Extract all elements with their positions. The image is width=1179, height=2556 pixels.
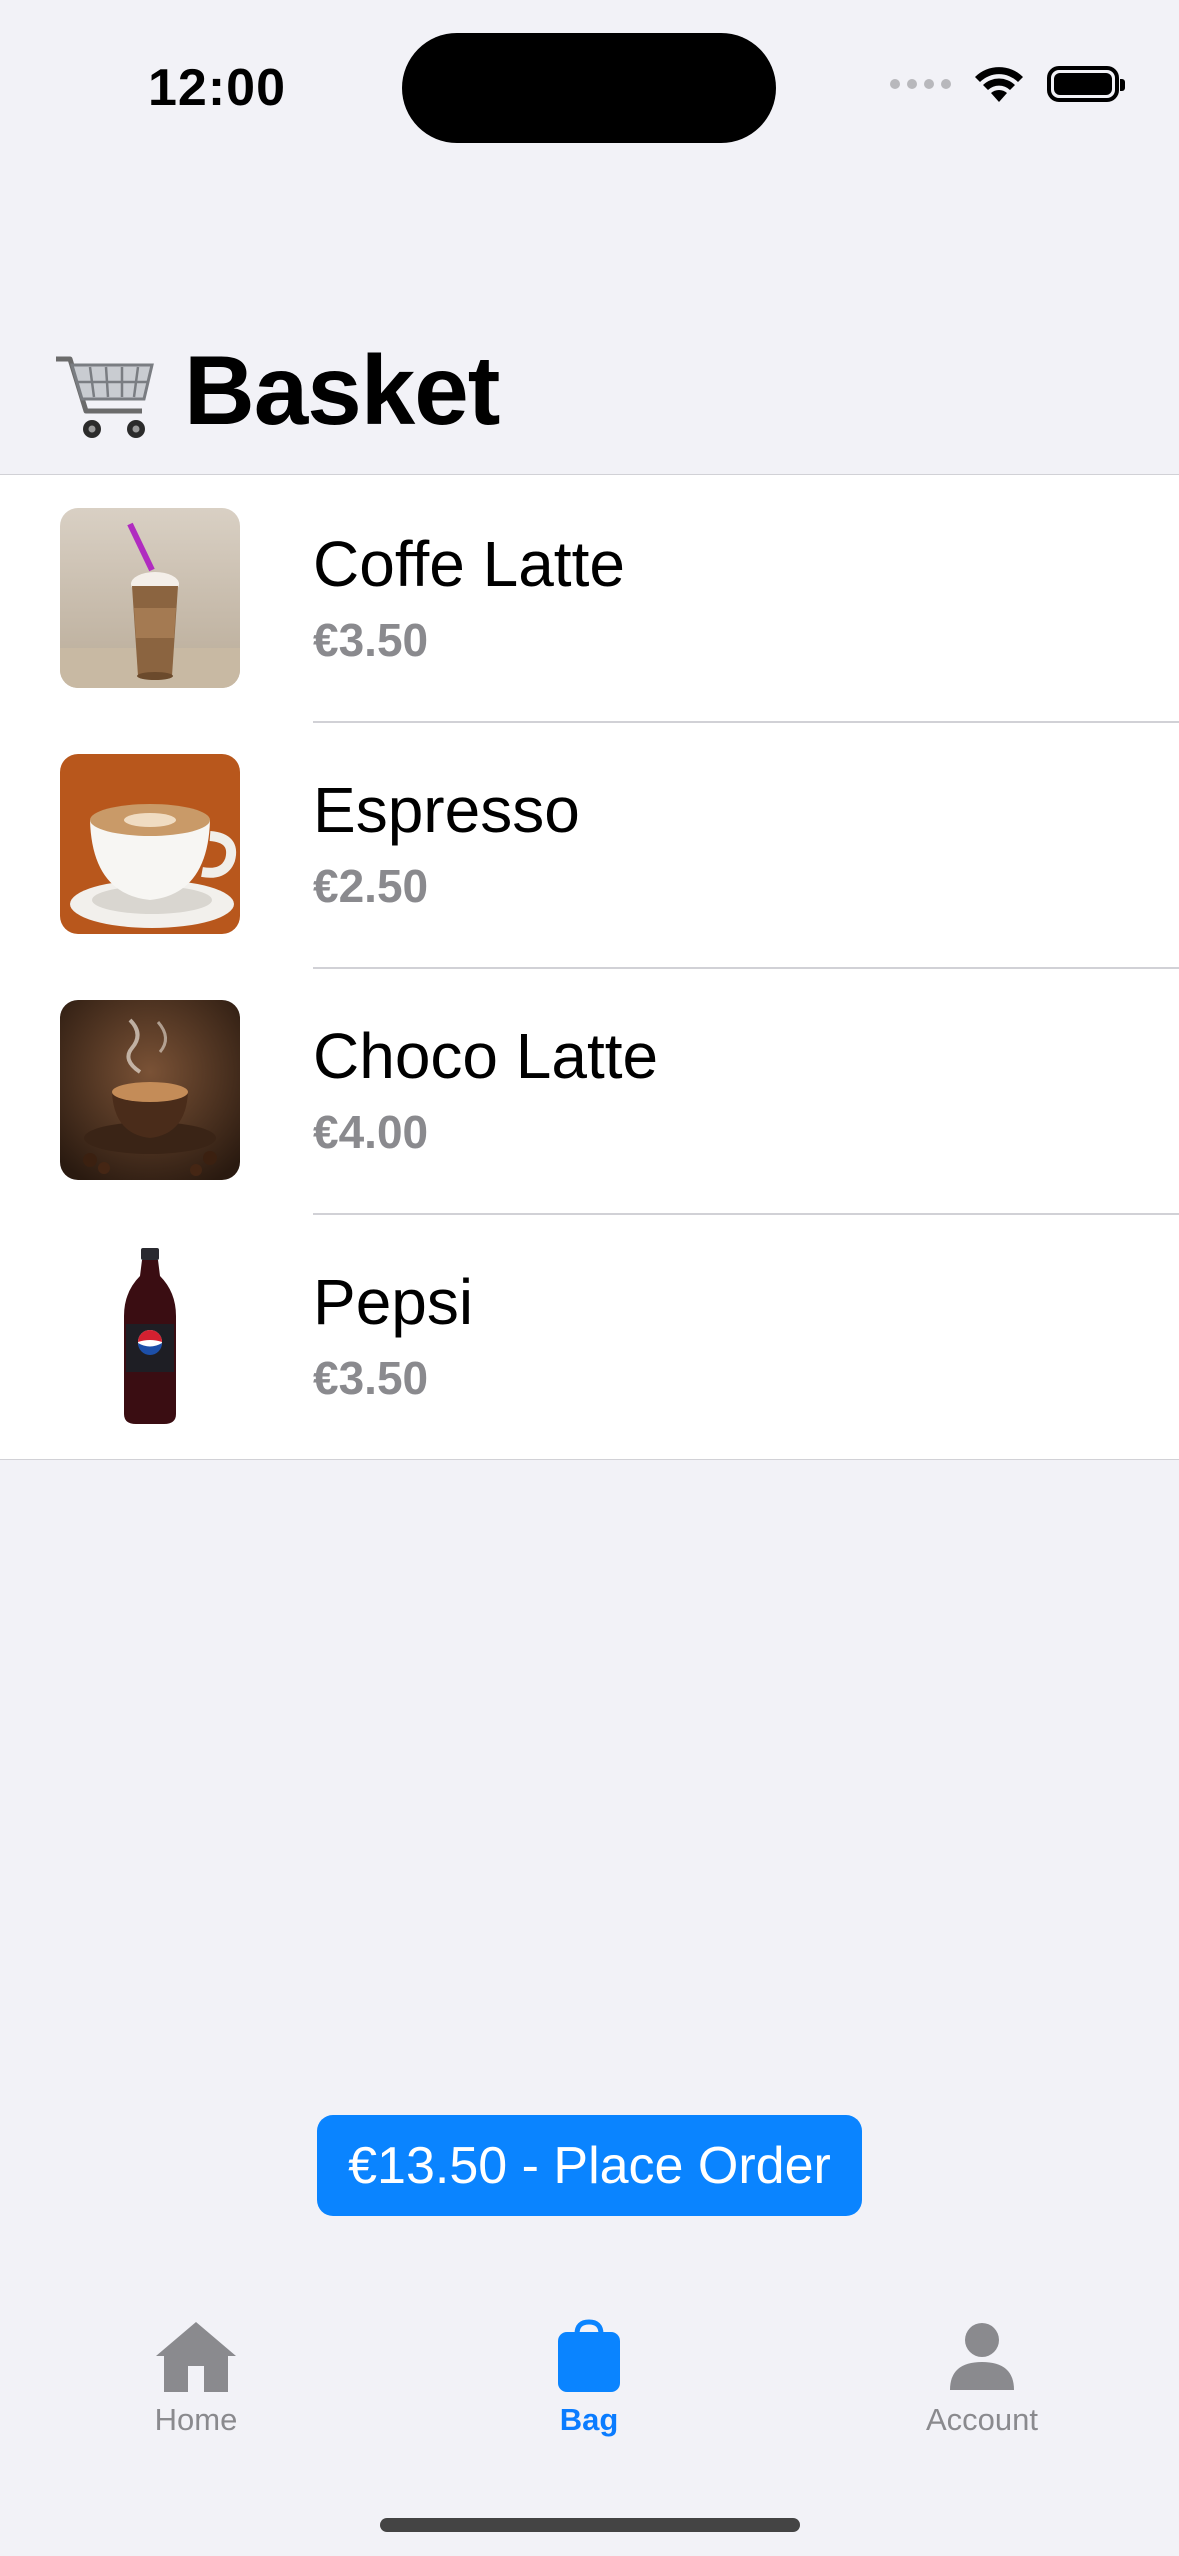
page-title: Basket [184,335,500,445]
tab-home[interactable]: Home [86,2318,306,2438]
place-order-button[interactable]: €13.50 - Place Order [317,2115,862,2216]
list-item[interactable]: Espresso €2.50 [0,721,1179,967]
tab-label: Home [154,2402,238,2437]
item-price: €2.50 [313,860,429,912]
espresso-image [60,754,240,934]
item-price: €4.00 [313,1106,429,1158]
item-price: €3.50 [313,614,429,666]
basket-list: Coffe Latte €3.50 Espresso €2.50 Choco L… [0,474,1179,1460]
item-price: €3.50 [313,1352,429,1404]
coffee-latte-image [60,508,240,688]
house-icon [156,2322,236,2392]
wifi-icon [975,67,1023,102]
tab-label: Bag [559,2402,619,2437]
status-time: 12:00 [148,59,286,117]
item-name: Coffe Latte [313,528,625,600]
list-item[interactable]: Coffe Latte €3.50 [0,475,1179,721]
list-item[interactable]: Choco Latte €4.00 [0,967,1179,1213]
status-icons [890,64,1125,104]
tab-label: Account [925,2402,1038,2437]
bag-icon [558,2319,620,2392]
tab-account[interactable]: Account [872,2318,1092,2438]
choco-latte-image [60,1000,240,1180]
shopping-cart-icon [56,356,154,438]
item-name: Pepsi [313,1266,474,1338]
page-header: Basket [52,334,500,447]
home-indicator[interactable] [380,2518,800,2532]
battery-icon [1047,66,1125,102]
item-name: Espresso [313,774,580,846]
list-item[interactable]: Pepsi €3.50 [0,1213,1179,1459]
pepsi-bottle-image [60,1246,240,1426]
item-name: Choco Latte [313,1020,659,1092]
tab-bag[interactable]: Bag [479,2318,699,2438]
dynamic-island [402,33,776,143]
cellular-signal-icon [890,79,951,89]
person-icon [950,2323,1014,2390]
